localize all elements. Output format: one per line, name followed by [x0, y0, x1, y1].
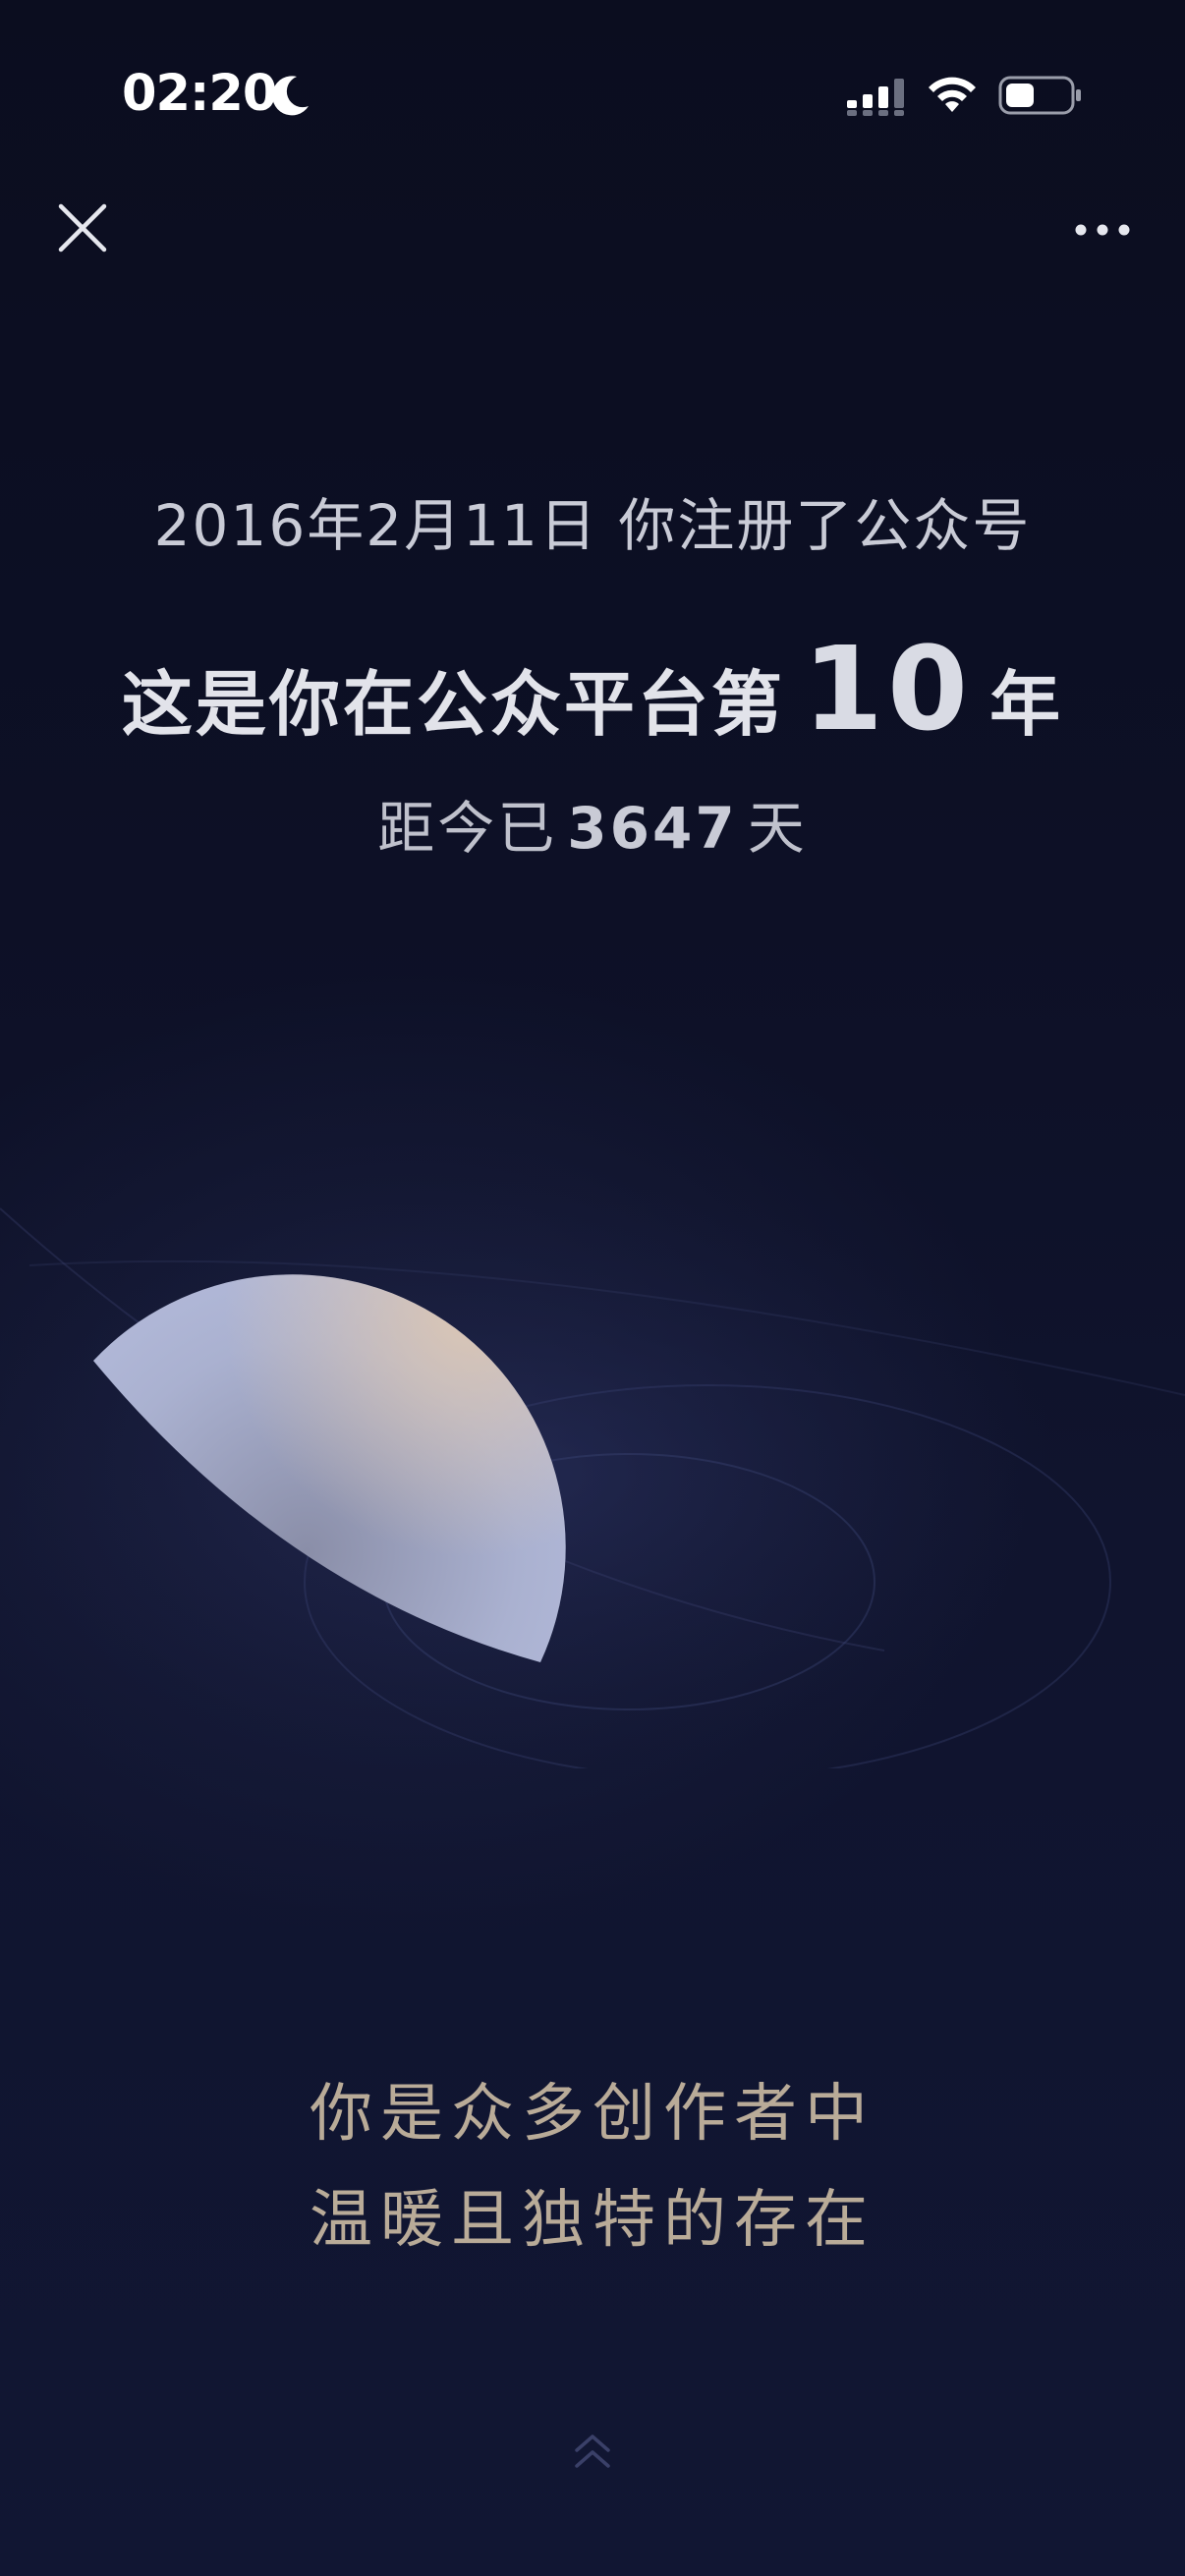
status-bar: 02:20: [0, 0, 1185, 187]
tagline-line-1: 你是众多创作者中: [310, 2078, 875, 2151]
wifi-icon: [929, 77, 976, 112]
years-on-platform: 这是你在公众平台第 10 年: [0, 621, 1185, 756]
days-since-registration: 距今已 3647 天: [0, 782, 1185, 865]
chevron-up-icon[interactable]: [567, 2427, 618, 2478]
more-button[interactable]: [1067, 206, 1138, 253]
days-suffix: 天: [747, 795, 808, 862]
days-prefix: 距今已: [377, 795, 558, 862]
signal-icon: [847, 79, 904, 116]
moon-icon: [272, 76, 309, 116]
close-button[interactable]: [51, 196, 114, 259]
tagline: 你是众多创作者中 温暖且独特的存在: [0, 2061, 1185, 2273]
days-number: 3647: [567, 795, 738, 862]
battery-icon: [998, 76, 1081, 115]
planet-illustration: [0, 1179, 1185, 1768]
years-prefix: 这是你在公众平台第: [121, 663, 785, 746]
status-time: 02:20: [122, 65, 277, 123]
tagline-line-2: 温暖且独特的存在: [310, 2184, 875, 2257]
years-number: 10: [802, 621, 973, 756]
registration-date-text: 2016年2月11日 你注册了公众号: [153, 492, 1032, 559]
years-suffix: 年: [989, 663, 1064, 746]
